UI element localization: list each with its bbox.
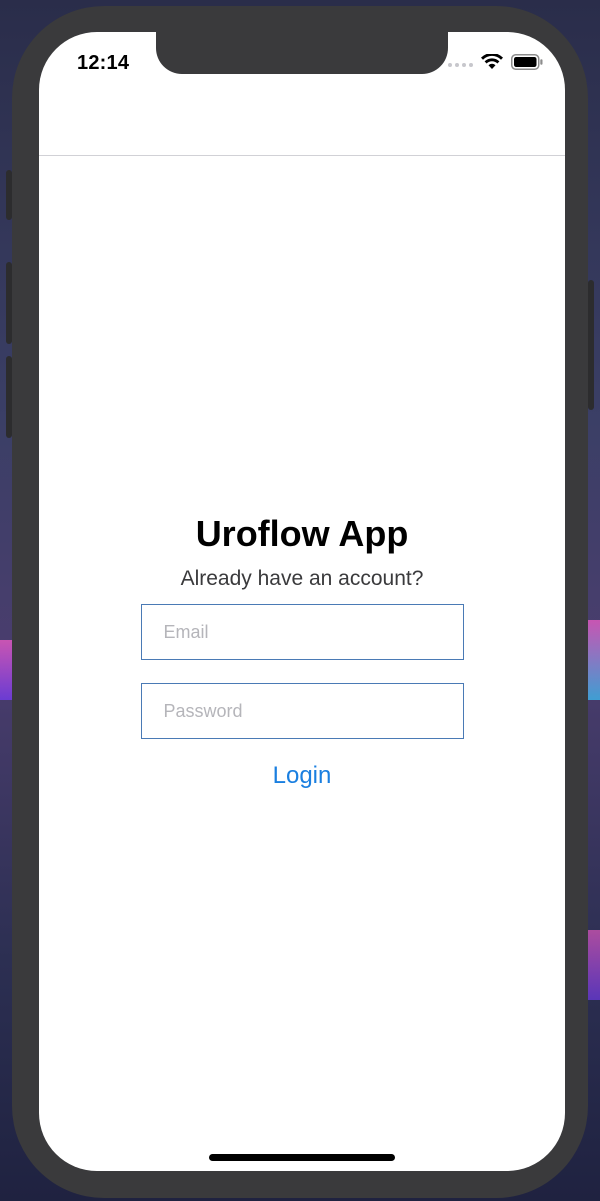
wallpaper-glow	[586, 620, 600, 700]
login-form: Uroflow App Already have an account? Log…	[39, 512, 565, 791]
login-button[interactable]: Login	[273, 761, 332, 791]
status-time: 12:14	[77, 52, 130, 74]
email-field[interactable]	[140, 604, 464, 660]
wallpaper-glow	[588, 930, 600, 1000]
battery-icon	[511, 54, 543, 75]
home-indicator[interactable]	[209, 1154, 395, 1161]
page-title: Uroflow App	[195, 513, 409, 554]
wifi-icon	[481, 53, 503, 75]
volume-up-button	[6, 262, 12, 344]
mute-switch	[6, 170, 12, 220]
power-button	[588, 280, 594, 410]
status-icons	[448, 53, 543, 75]
signal-dots-icon	[448, 62, 473, 67]
device-screen: 12:14 Uroflow App Already have an accoun…	[39, 32, 565, 1171]
password-field[interactable]	[140, 683, 464, 739]
notch	[156, 32, 448, 74]
volume-down-button	[6, 356, 12, 438]
login-subtitle: Already have an account?	[180, 567, 424, 590]
